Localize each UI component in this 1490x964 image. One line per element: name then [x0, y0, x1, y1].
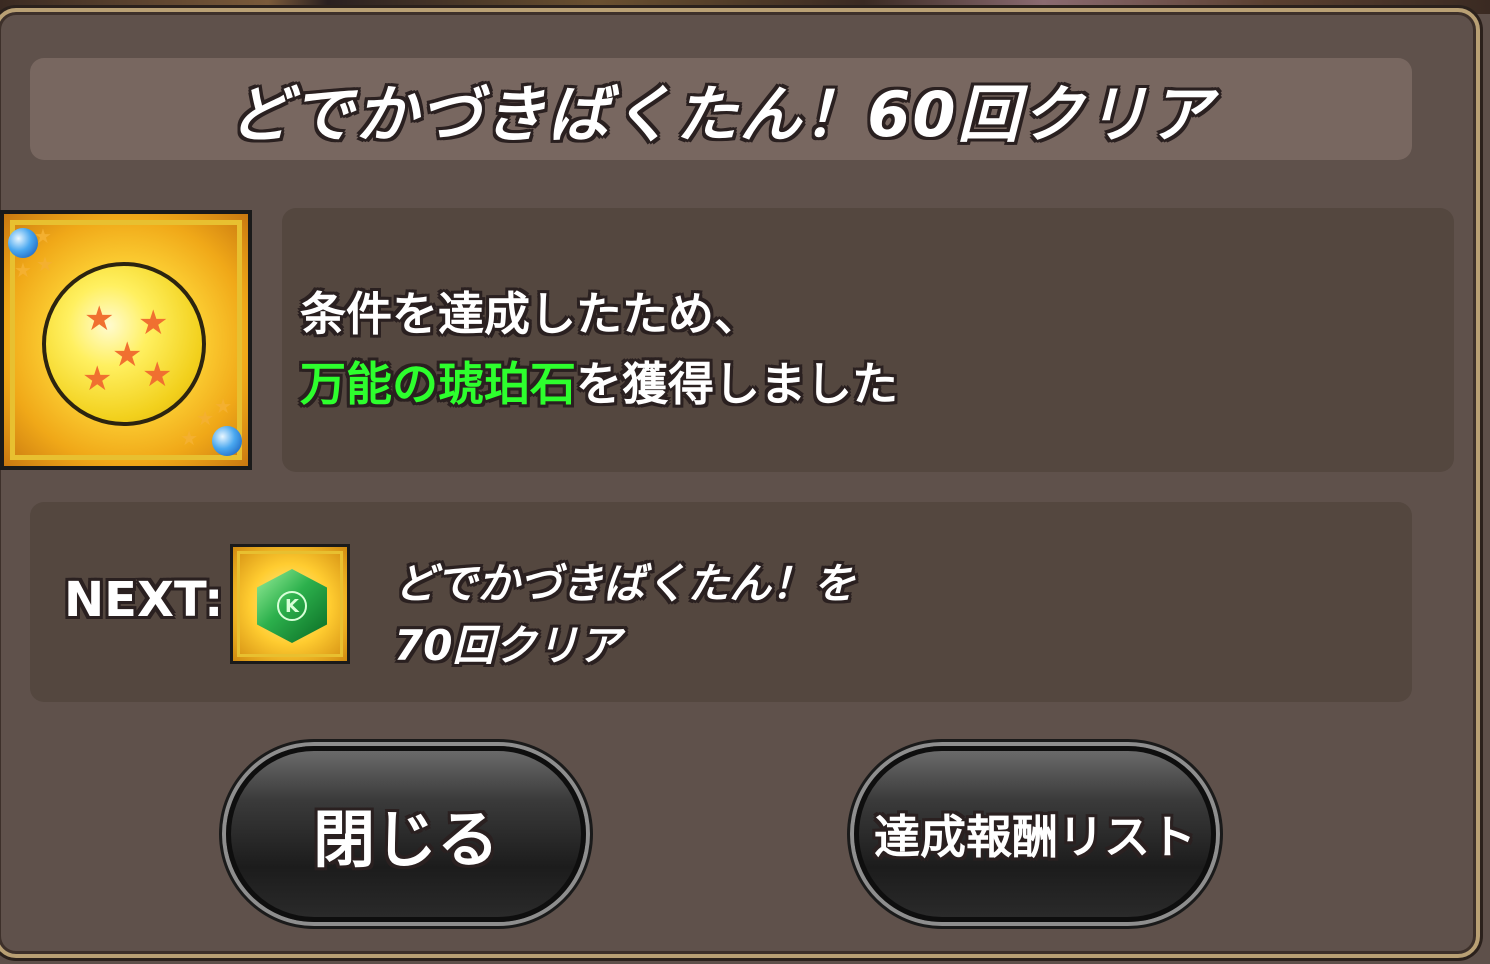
next-condition-line-1: どでかづきばくたん！を [394, 559, 856, 608]
close-button[interactable]: 閉じる [226, 746, 586, 922]
next-label: NEXT: [64, 572, 224, 628]
reward-list-button-label: 達成報酬リスト [874, 810, 1196, 864]
reward-orb-icon: ★ ★ ★ ★ ★ ★ ★ ★ ★ ★ ★ [0, 210, 252, 470]
small-star-icon: ★ [196, 406, 214, 430]
star-icon: ★ [84, 299, 115, 339]
next-condition-line-2: 70回クリア [394, 621, 621, 670]
star-icon: ★ [112, 335, 143, 375]
star-icon: ★ [142, 355, 173, 395]
small-star-icon: ★ [36, 252, 54, 276]
close-button-label: 閉じる [312, 803, 499, 876]
small-star-icon: ★ [34, 224, 52, 248]
message-line-1: 条件を達成したため、 [300, 287, 760, 341]
next-reward-icon: K [230, 544, 350, 664]
gem-mark: K [277, 591, 307, 621]
title-bar: どでかづきばくたん！60回クリア [30, 58, 1412, 160]
small-star-icon: ★ [14, 258, 32, 282]
dialog-title: どでかづきばくたん！60回クリア [228, 78, 1214, 151]
small-star-icon: ★ [180, 426, 198, 450]
message-line-2-rest: を獲得しました [576, 357, 898, 411]
small-star-icon: ★ [214, 394, 232, 418]
blue-gem-icon [212, 426, 242, 456]
orb-icon: ★ ★ ★ ★ ★ [42, 262, 206, 426]
message-line-2: 万能の琥珀石を獲得しました [300, 348, 898, 414]
reward-name: 万能の琥珀石 [300, 357, 576, 411]
star-icon: ★ [138, 303, 169, 343]
reward-list-button[interactable]: 達成報酬リスト [854, 746, 1216, 922]
star-icon: ★ [82, 359, 113, 399]
